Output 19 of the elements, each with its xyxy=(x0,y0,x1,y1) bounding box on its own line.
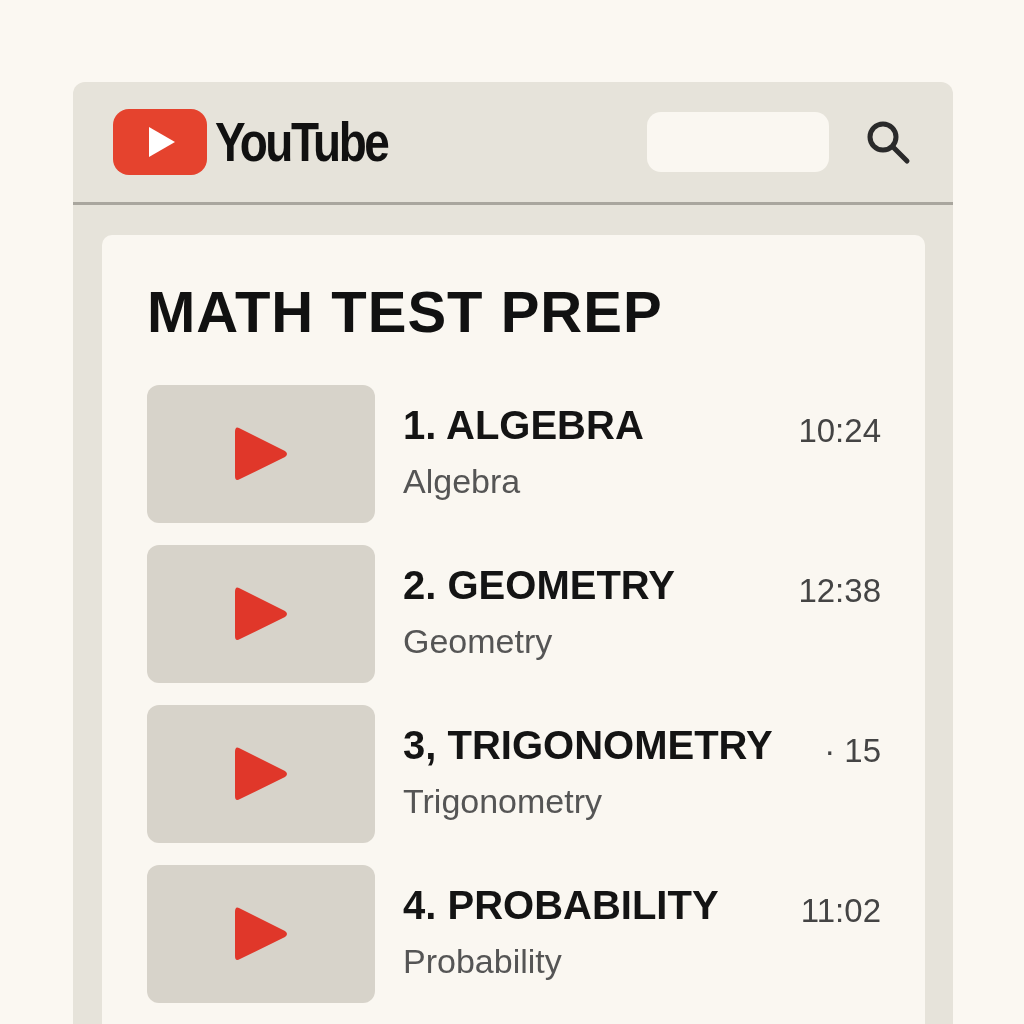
video-duration: · 15 xyxy=(824,734,881,767)
video-subtitle: Algebra xyxy=(403,461,521,502)
play-logo-icon xyxy=(113,109,207,175)
playlist-title: MATH TEST PREP xyxy=(147,283,664,341)
video-title[interactable]: 2. GEOMETRY xyxy=(403,563,675,607)
video-subtitle: Geometry xyxy=(403,621,553,662)
video-thumbnail[interactable] xyxy=(147,385,375,523)
video-duration: 10:24 xyxy=(798,414,881,447)
video-subtitle: Probability xyxy=(403,941,562,982)
logo-text: YouTube xyxy=(215,114,388,170)
video-title[interactable]: 1. ALGEBRA xyxy=(403,403,644,447)
video-subtitle: Trigonometry xyxy=(403,781,603,822)
video-thumbnail[interactable] xyxy=(147,705,375,843)
video-thumbnail[interactable] xyxy=(147,865,375,1003)
video-duration: 12:38 xyxy=(798,574,881,607)
video-title[interactable]: 4. PROBABILITY xyxy=(403,883,719,927)
video-thumbnail[interactable] xyxy=(147,545,375,683)
video-title[interactable]: 3, TRIGONOMETRY xyxy=(403,723,773,767)
video-duration: 11:02 xyxy=(800,894,881,927)
